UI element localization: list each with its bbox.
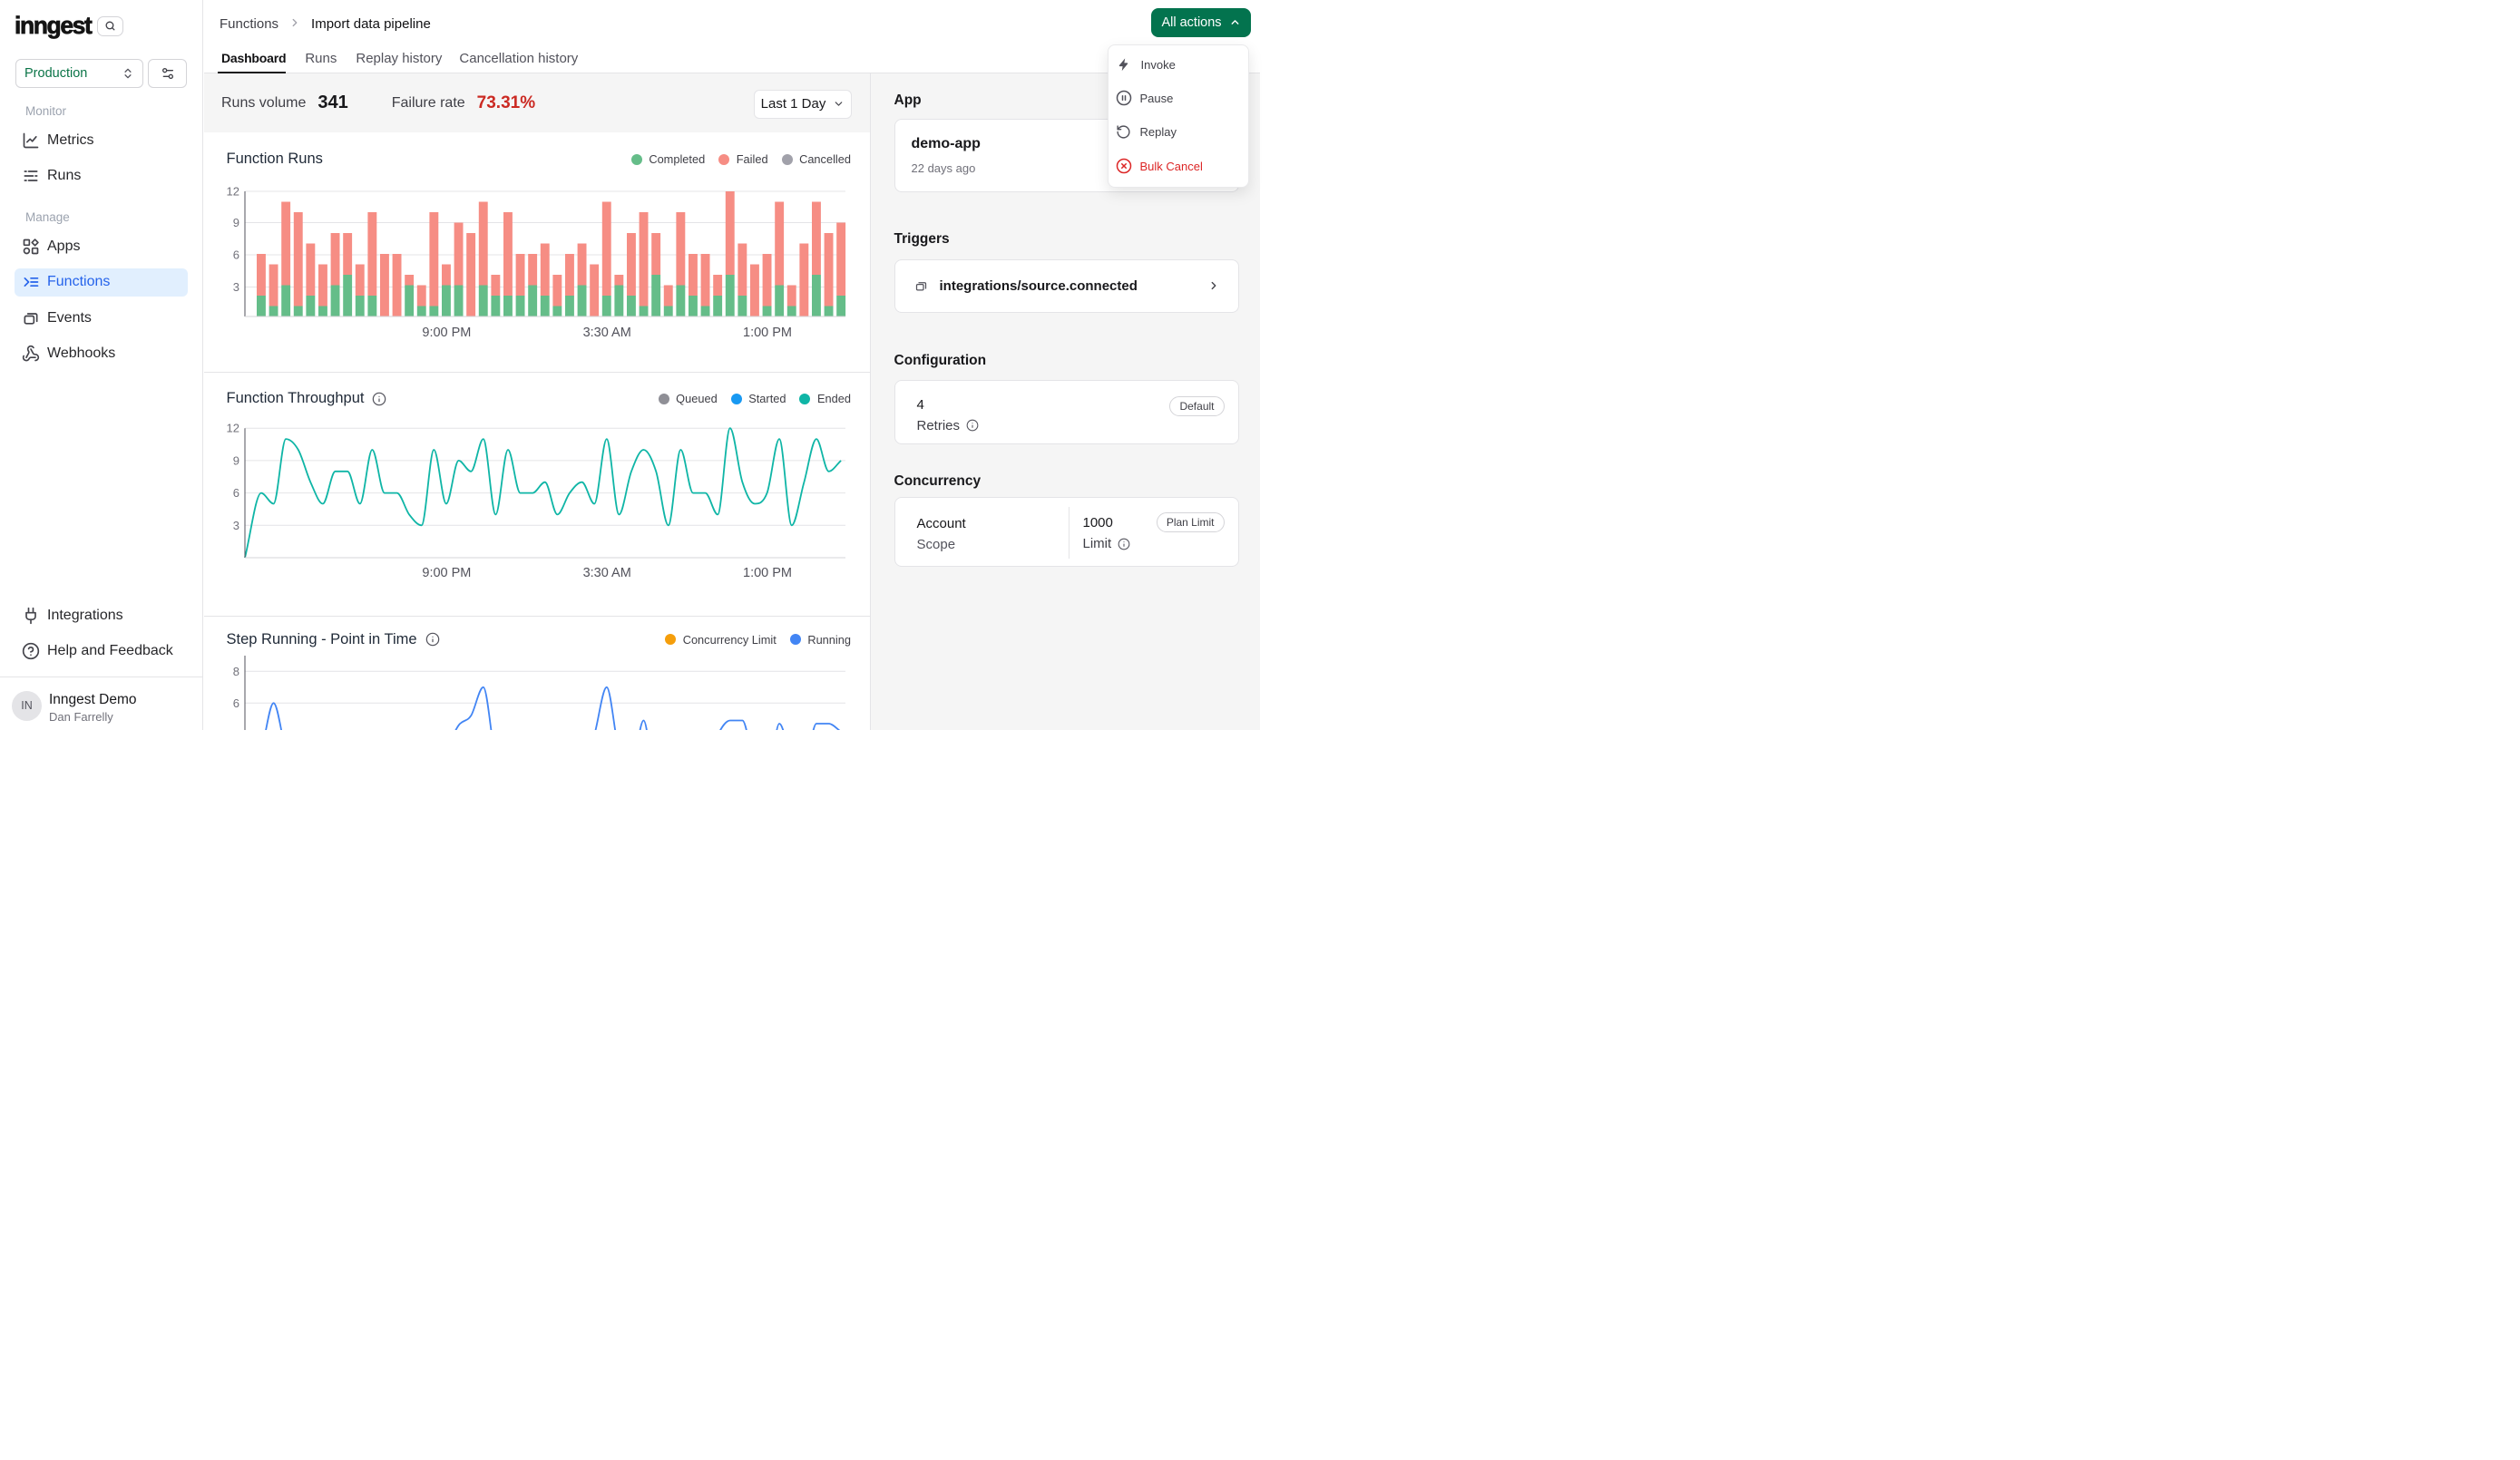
svg-text:1:00 PM: 1:00 PM [743,326,792,340]
svg-text:9:00 PM: 9:00 PM [422,566,471,580]
svg-text:12: 12 [227,422,239,435]
svg-text:3: 3 [233,519,239,532]
svg-text:6: 6 [233,486,239,500]
svg-text:9: 9 [233,216,239,229]
svg-text:9:00 PM: 9:00 PM [422,326,471,340]
svg-text:12: 12 [227,185,239,199]
svg-text:6: 6 [233,248,239,262]
svg-text:3: 3 [233,280,239,294]
svg-text:1:00 PM: 1:00 PM [743,566,792,580]
svg-text:8: 8 [233,665,239,678]
svg-text:3:30 AM: 3:30 AM [583,566,631,580]
svg-text:6: 6 [233,696,239,710]
svg-text:3:30 AM: 3:30 AM [583,326,631,340]
svg-text:9: 9 [233,453,239,467]
